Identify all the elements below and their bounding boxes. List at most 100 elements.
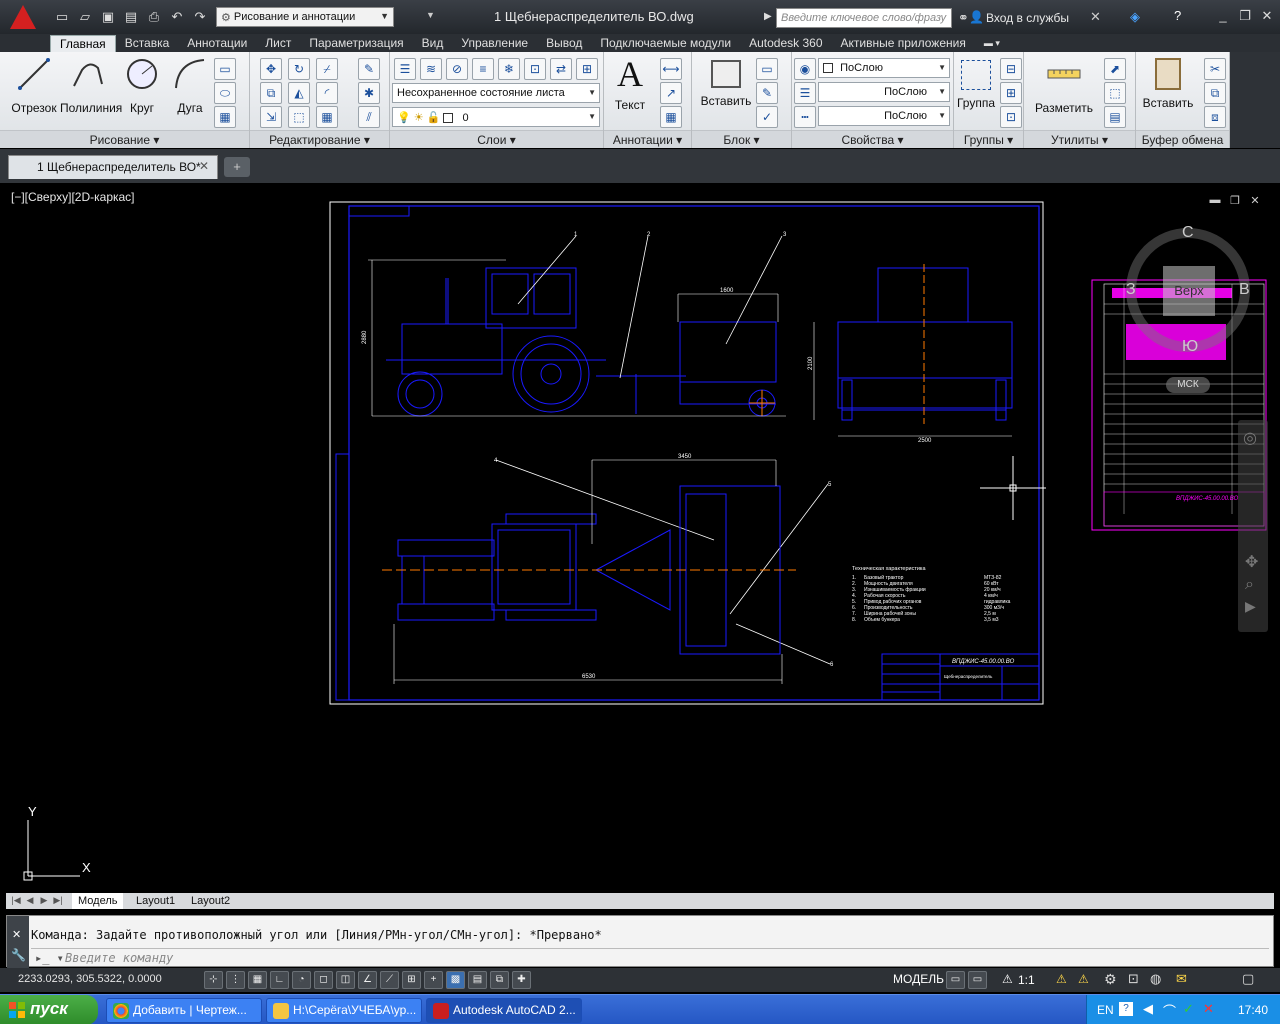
layer-isolate-icon[interactable]: ≡ [472, 58, 494, 80]
ucs-menu[interactable]: МСК [1166, 377, 1210, 393]
tab-annotate[interactable]: Аннотации [178, 35, 256, 52]
annotation-scale[interactable]: 1:1 [1018, 973, 1035, 987]
tab-layout1[interactable]: Layout1 [130, 893, 181, 909]
undo-icon[interactable]: ↶ [167, 7, 187, 27]
copy-clip-icon[interactable]: ⧉ [1204, 82, 1226, 104]
isolate-objects-icon[interactable]: ✉ [1176, 971, 1187, 987]
create-block-icon[interactable]: ▭ [756, 58, 778, 80]
start-button[interactable]: пуск [0, 995, 98, 1024]
file-tab[interactable]: 1 Щебнераспределитель ВО* ✕ [8, 155, 218, 179]
minimize-icon[interactable]: _ [1214, 8, 1232, 26]
transparency-icon[interactable]: ▩ [446, 971, 465, 989]
select-all-icon[interactable]: ⬚ [1104, 82, 1126, 104]
help-center-icon[interactable]: ◈ [1130, 9, 1140, 25]
rectangle-icon[interactable]: ▭ [214, 58, 236, 80]
layer-properties-icon[interactable]: ☰ [394, 58, 416, 80]
snap-mode-icon[interactable]: ⋮ [226, 971, 245, 989]
workspace-select[interactable]: ⚙ Рисование и аннотации ▼ [216, 7, 394, 27]
qat-customize-icon[interactable]: ▼ [426, 10, 435, 20]
lock-ui-icon[interactable]: ⊡ [1128, 971, 1139, 987]
color-select[interactable]: ПоСлою ▼ [818, 58, 950, 78]
panel-clipboard-label[interactable]: Буфер обмена [1136, 130, 1229, 148]
selection-cycling-icon[interactable]: ⧉ [490, 971, 509, 989]
layer-off-icon[interactable]: ⊘ [446, 58, 468, 80]
panel-annotation-label[interactable]: Аннотации ▾ [604, 130, 691, 148]
paste-tool[interactable]: Вставить [1138, 56, 1198, 110]
taskbar-item-autocad[interactable]: Autodesk AutoCAD 2... [426, 998, 582, 1023]
workspace-switch-icon[interactable]: ⚙ [1104, 971, 1117, 988]
redo-icon[interactable]: ↷ [190, 7, 210, 27]
exchange-icon[interactable]: ✕ [1090, 9, 1101, 25]
tab-insert[interactable]: Вставка [116, 35, 179, 52]
scale-icon[interactable]: ⬚ [288, 106, 310, 128]
match-properties-icon[interactable]: ◉ [794, 58, 816, 80]
tab-plugins[interactable]: Подключаемые модули [591, 35, 740, 52]
taskbar-item-browser[interactable]: Добавить | Чертеж... [106, 998, 262, 1023]
volume-tray-icon[interactable]: ✕ [1203, 1001, 1214, 1017]
restore-icon[interactable]: ❐ [1236, 8, 1254, 26]
erase-icon[interactable]: ✎ [358, 58, 380, 80]
search-expand-icon[interactable]: ▶ [764, 11, 772, 22]
ellipse-icon[interactable]: ⬭ [214, 82, 236, 104]
auto-scale-icon[interactable]: ⚠ [1078, 972, 1089, 986]
mirror-icon[interactable]: ◭ [288, 82, 310, 104]
calculator-icon[interactable]: ▤ [1104, 106, 1126, 128]
tab-output[interactable]: Вывод [537, 35, 591, 52]
table-icon[interactable]: ▦ [660, 106, 682, 128]
polar-tracking-icon[interactable]: ◔ [292, 971, 311, 989]
open-file-icon[interactable]: ▱ [75, 7, 95, 27]
edit-block-icon[interactable]: ✎ [756, 82, 778, 104]
quick-view-layouts-icon[interactable]: ▭ [946, 971, 965, 989]
offset-icon[interactable]: ⫽ [358, 106, 380, 128]
model-space-toggle[interactable]: МОДЕЛЬ [893, 972, 944, 986]
sign-in-link[interactable]: Вход в службы [986, 11, 1069, 25]
close-icon[interactable]: ✕ [1258, 8, 1276, 26]
save-icon[interactable]: ▣ [98, 7, 118, 27]
drawing-canvas[interactable]: [−][Сверху][2D-каркас] ▬ ❐ ✕ 2880 1600 1… [6, 184, 1274, 892]
array-icon[interactable]: ▦ [316, 106, 338, 128]
tab-parametric[interactable]: Параметризация [300, 35, 412, 52]
layer-states-icon[interactable]: ≋ [420, 58, 442, 80]
annotation-monitor-icon[interactable]: ✚ [512, 971, 531, 989]
polyline-tool[interactable]: Полилиния [60, 56, 122, 115]
print-icon[interactable]: ⎙ [144, 7, 164, 27]
layer-walk-icon[interactable]: ⊞ [576, 58, 598, 80]
group-tool[interactable]: Группа [954, 56, 998, 110]
coordinates-readout[interactable]: 2233.0293, 305.5322, 0.0000 [18, 973, 162, 985]
last-layout-icon[interactable]: ▶| [52, 895, 64, 906]
clean-screen-icon[interactable]: ▢ [1242, 971, 1254, 987]
lineweight-toggle-icon[interactable]: + [424, 971, 443, 989]
hatch-icon[interactable]: ▦ [214, 106, 236, 128]
lineweight-icon[interactable]: ☰ [794, 82, 816, 104]
infer-constraints-icon[interactable]: ⊹ [204, 971, 223, 989]
layer-lock-icon[interactable]: ⊡ [524, 58, 546, 80]
trim-icon[interactable]: ⌿ [316, 58, 338, 80]
insert-block-tool[interactable]: Вставить [696, 56, 756, 108]
rotate-icon[interactable]: ↻ [288, 58, 310, 80]
security-tray-icon[interactable]: ✓ [1183, 1001, 1194, 1017]
copy-with-base-icon[interactable]: ⧈ [1204, 106, 1226, 128]
save-as-icon[interactable]: ▤ [121, 7, 141, 27]
3d-osnap-icon[interactable]: ◫ [336, 971, 355, 989]
panel-layers-label[interactable]: Слои ▾ [390, 130, 603, 148]
showmotion-icon[interactable]: ▶ [1245, 598, 1256, 615]
ortho-mode-icon[interactable]: ∟ [270, 971, 289, 989]
viewcube-east[interactable]: В [1239, 281, 1250, 299]
first-layout-icon[interactable]: |◀ [10, 895, 22, 906]
close-command-icon[interactable]: ✕ [12, 928, 21, 941]
group-select-icon[interactable]: ⊡ [1000, 106, 1022, 128]
group-edit-icon[interactable]: ⊞ [1000, 82, 1022, 104]
layer-select[interactable]: 💡 ☀ 🔓 0 ▼ [392, 107, 600, 127]
help-tray-icon[interactable]: ? [1119, 1002, 1133, 1016]
cut-icon[interactable]: ✂ [1204, 58, 1226, 80]
pan-icon[interactable]: ✥ [1245, 552, 1258, 572]
close-tab-icon[interactable]: ✕ [199, 159, 209, 173]
panel-utilities-label[interactable]: Утилиты ▾ [1024, 130, 1135, 148]
prev-layout-icon[interactable]: ◀ [24, 895, 36, 906]
move-icon[interactable]: ✥ [260, 58, 282, 80]
panel-properties-label[interactable]: Свойства ▾ [792, 130, 953, 148]
panel-modify-label[interactable]: Редактирование ▾ [250, 130, 389, 148]
panel-groups-label[interactable]: Группы ▾ [954, 130, 1023, 148]
ungroup-icon[interactable]: ⊟ [1000, 58, 1022, 80]
tab-model[interactable]: Модель [72, 893, 124, 909]
